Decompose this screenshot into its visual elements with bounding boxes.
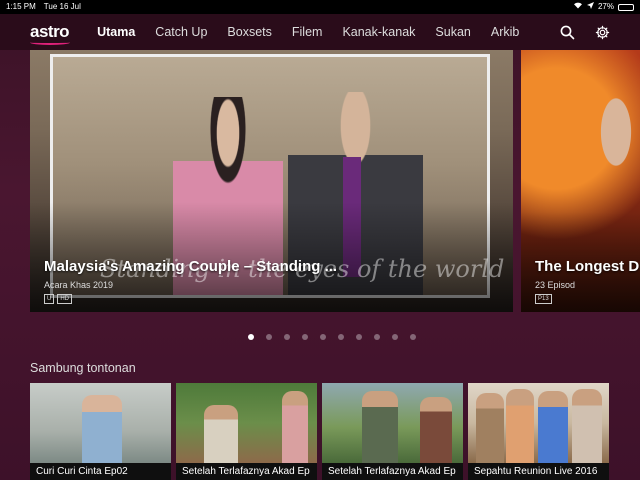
figure [572,389,602,463]
figure [82,395,122,463]
continue-item-title: Sepahtu Reunion Live 2016 [468,463,609,480]
status-date: Tue 16 Jul [43,2,81,11]
nav-sukan[interactable]: Sukan [435,25,470,39]
logo-swoosh [30,40,70,45]
thumbnail-image [30,383,171,463]
figure [476,393,504,463]
section-title: Sambung tontonan [30,361,136,375]
search-icon[interactable] [560,25,575,40]
astro-logo[interactable]: astro [30,22,70,45]
continue-item[interactable]: Setelah Terlafaznya Akad Ep [176,383,317,480]
thumbnail-image [176,383,317,463]
figure [538,391,568,463]
figure [420,397,452,463]
continue-item[interactable]: Setelah Terlafaznya Akad Ep [322,383,463,480]
hero-slide-main[interactable]: Standing in the eyes of the world Malays… [30,50,513,312]
status-time: 1:15 PM [6,2,36,11]
carousel-dot[interactable] [248,334,254,340]
carousel-dot[interactable] [284,334,290,340]
location-icon [586,0,594,14]
hero-badges: U HD [44,294,73,304]
carousel-dot[interactable] [266,334,272,340]
top-navigation: astro Utama Catch Up Boxsets Filem Kanak… [0,14,640,50]
continue-item[interactable]: Sepahtu Reunion Live 2016 [468,383,609,480]
carousel-dot[interactable] [338,334,344,340]
battery-icon [618,3,634,11]
rating-badge: U [44,294,55,304]
carousel-dot[interactable] [302,334,308,340]
continue-item-title: Curi Curi Cinta Ep02 [30,463,171,480]
status-bar: 1:15 PM Tue 16 Jul 27% [0,0,640,14]
thumbnail-image [468,383,609,463]
rating-badge: P13 [535,294,552,304]
continue-watching-row: Curi Curi Cinta Ep02 Setelah Terlafaznya… [30,383,609,480]
hero-next-face [581,90,640,210]
hd-badge: HD [57,294,73,304]
wifi-icon [573,0,583,14]
carousel-dot[interactable] [320,334,326,340]
nav-boxsets[interactable]: Boxsets [227,25,271,39]
carousel-dot[interactable] [374,334,380,340]
nav-filem[interactable]: Filem [292,25,323,39]
carousel-dot[interactable] [392,334,398,340]
hero-next-badges: P13 [535,294,552,304]
carousel-dots [248,334,416,340]
settings-icon[interactable] [595,25,610,40]
continue-item-title: Setelah Terlafaznya Akad Ep [322,463,463,480]
nav-arkib[interactable]: Arkib [491,25,519,39]
hero-slide-next[interactable]: The Longest D 23 Episod P13 [521,50,640,312]
figure [204,405,238,463]
hero-next-meta: 23 Episod [535,280,576,290]
figure [282,391,308,463]
carousel-dot[interactable] [356,334,362,340]
continue-item[interactable]: Curi Curi Cinta Ep02 [30,383,171,480]
figure [506,389,534,463]
logo-text: astro [30,22,70,41]
battery-percent: 27% [597,2,614,11]
nav-kanak-kanak[interactable]: Kanak-kanak [342,25,415,39]
figure [362,391,398,463]
thumbnail-image [322,383,463,463]
hero-next-title: The Longest D [535,258,640,275]
nav-catch-up[interactable]: Catch Up [155,25,207,39]
continue-item-title: Setelah Terlafaznya Akad Ep [176,463,317,480]
hero-title: Malaysia's Amazing Couple – Standing ... [44,258,338,275]
nav-utama[interactable]: Utama [97,25,135,39]
carousel-dot[interactable] [410,334,416,340]
hero-meta: Acara Khas 2019 [44,280,114,290]
